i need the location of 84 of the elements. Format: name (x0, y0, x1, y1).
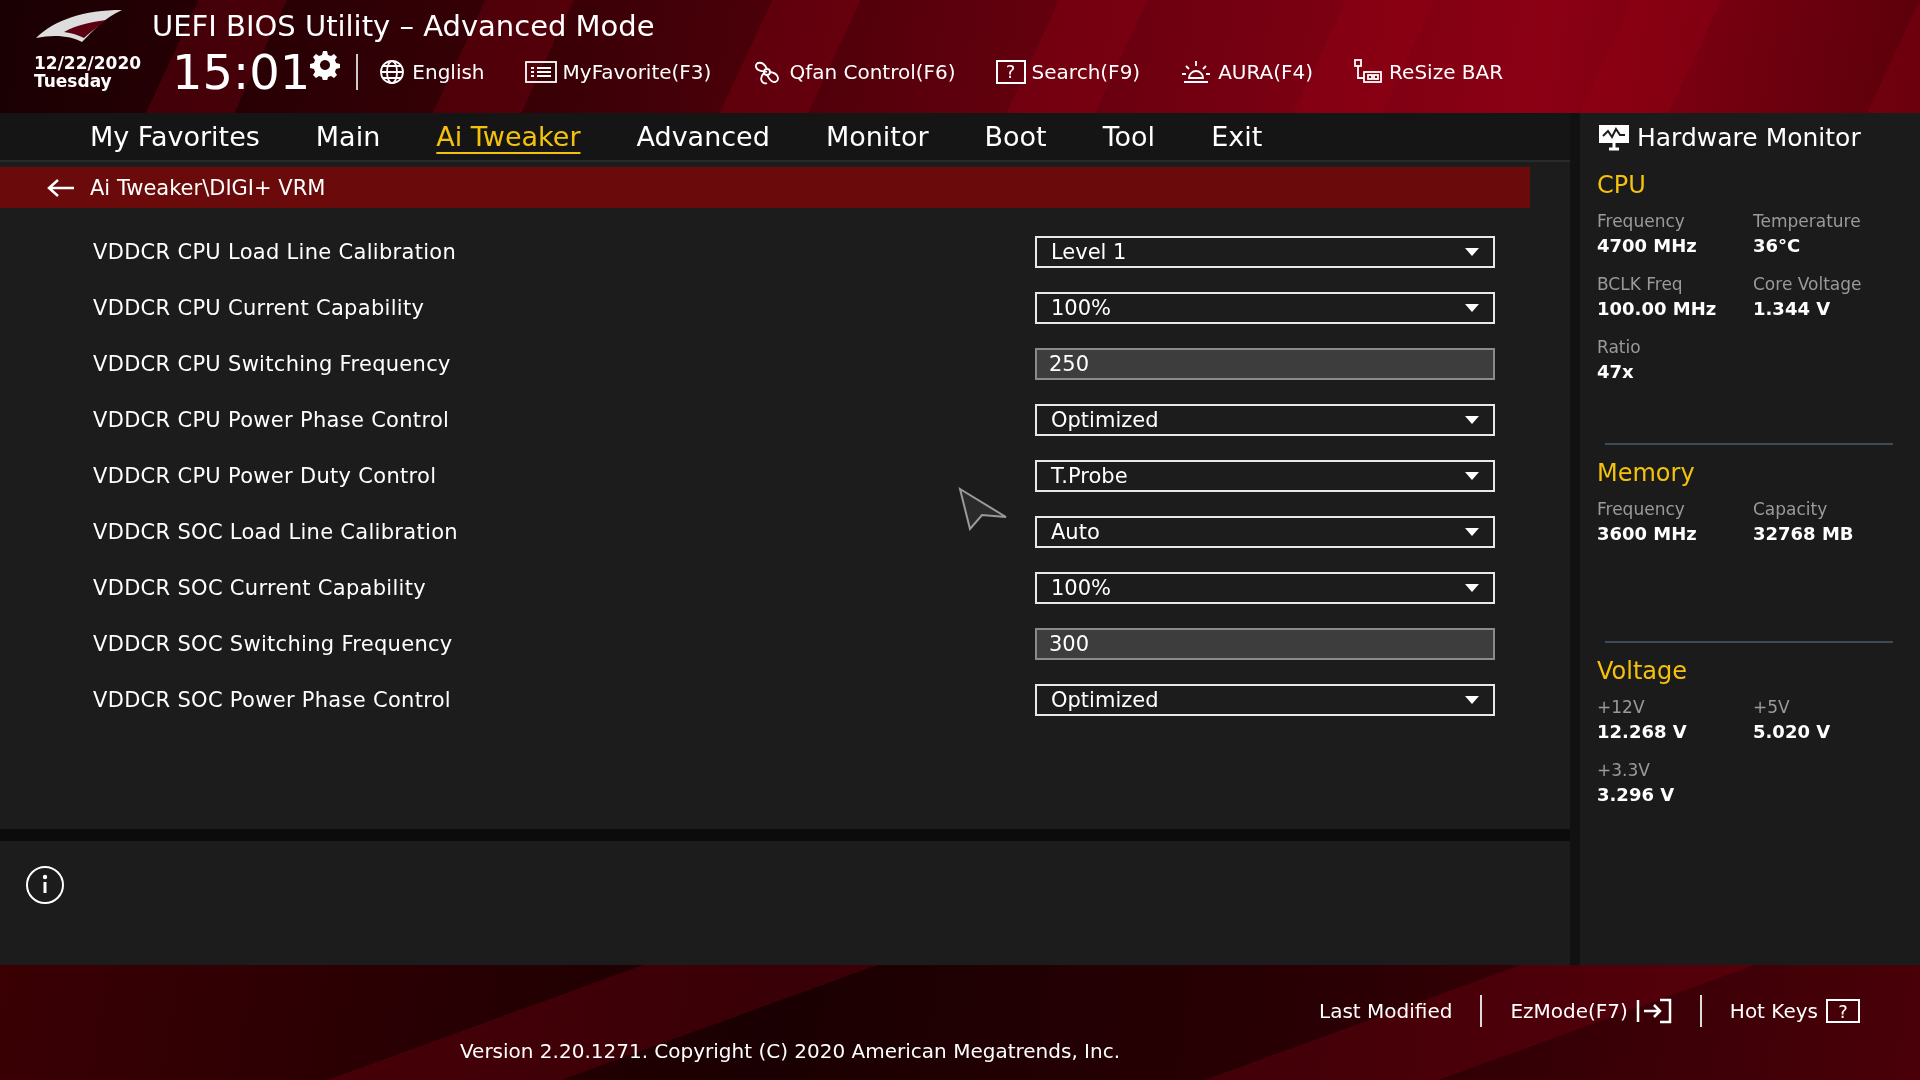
menu-tab[interactable]: Advanced (608, 119, 798, 154)
version-text: Version 2.20.1271. Copyright (C) 2020 American Megatrends, Inc. (458, 1039, 1122, 1063)
toolbar-button[interactable]: MyFavorite(F3) (524, 60, 712, 84)
reading-label: Frequency (1597, 211, 1686, 231)
bar-chip-icon (1353, 58, 1384, 86)
ez-mode-button[interactable]: EzMode(F7) (1482, 998, 1700, 1024)
reading-label: +12V (1597, 697, 1646, 717)
setting-label: VDDCR SOC Current Capability (93, 576, 427, 600)
menu-tab[interactable]: My Favorites (62, 119, 288, 154)
menu-tab[interactable]: Monitor (797, 119, 957, 154)
last-modified-button[interactable]: Last Modified (1291, 999, 1481, 1023)
menu-tab[interactable]: Boot (956, 119, 1075, 154)
reading-label: Core Voltage (1753, 274, 1863, 294)
setting-label: VDDCR SOC Load Line Calibration (93, 520, 459, 544)
caret-icon (1465, 304, 1479, 312)
day-text: Tuesday (34, 72, 113, 90)
exit-arrow-icon (1635, 998, 1672, 1024)
setting-label: VDDCR CPU Load Line Calibration (93, 240, 458, 264)
section-heading: Memory (1597, 459, 1696, 487)
window-title: UEFI BIOS Utility – Advanced Mode (152, 9, 655, 43)
setting-label: VDDCR CPU Switching Frequency (93, 352, 452, 376)
setting-label: VDDCR CPU Power Duty Control (93, 464, 438, 488)
toolbar-button[interactable]: English (378, 58, 485, 86)
dropdown-field[interactable]: Auto (1035, 516, 1495, 548)
reading-value: 3.296 V (1597, 784, 1676, 805)
breadcrumb-path: Ai Tweaker\DIGI+ VRM (90, 175, 326, 200)
reading-value: 3600 MHz (1597, 523, 1698, 544)
toolbar-button[interactable]: ReSize BAR (1353, 58, 1504, 86)
reading-value: 100.00 MHz (1597, 298, 1718, 319)
caret-icon (1465, 528, 1479, 536)
reading-label: Ratio (1597, 337, 1642, 357)
reading-label: +3.3V (1597, 760, 1651, 780)
caret-icon (1465, 584, 1479, 592)
dropdown-field[interactable]: Optimized (1035, 684, 1495, 716)
dropdown-field[interactable]: T.Probe (1035, 460, 1495, 492)
caret-icon (1465, 696, 1479, 704)
question-key-icon: ? (1826, 999, 1860, 1023)
section-heading: Voltage (1597, 657, 1689, 685)
caret-icon (1465, 472, 1479, 480)
globe-icon (378, 58, 407, 86)
reading-value: 4700 MHz (1597, 235, 1698, 256)
reading-value: 32768 MB (1753, 523, 1855, 544)
setting-label: VDDCR SOC Power Phase Control (93, 688, 452, 712)
dropdown-field[interactable]: 100% (1035, 572, 1495, 604)
setting-label: VDDCR CPU Power Phase Control (93, 408, 451, 432)
dropdown-field[interactable]: Level 1 (1035, 236, 1495, 268)
panel-title: Hardware Monitor (1637, 122, 1861, 152)
aura-light-icon (1180, 58, 1213, 86)
setting-label: VDDCR CPU Current Capability (93, 296, 426, 320)
reading-value: 1.344 V (1753, 298, 1832, 319)
menu-tab[interactable]: Main (287, 119, 409, 154)
hot-keys-button[interactable]: Hot Keys ? (1701, 999, 1888, 1023)
monitor-icon (1597, 123, 1631, 151)
reading-label: BCLK Freq (1597, 274, 1684, 294)
caret-icon (1465, 248, 1479, 256)
date-text: 12/22/2020 (34, 54, 143, 72)
menu-tab[interactable]: Exit (1183, 119, 1291, 154)
dropdown-field[interactable]: 100% (1035, 292, 1495, 324)
question-key-icon: ? (995, 60, 1026, 84)
menu-tab[interactable]: Tool (1074, 119, 1184, 154)
reading-value: 5.020 V (1753, 721, 1832, 742)
menu-tab[interactable]: Ai Tweaker (408, 119, 609, 154)
reading-label: Capacity (1753, 499, 1829, 519)
number-field[interactable]: 250 (1035, 348, 1495, 380)
section-heading: CPU (1597, 171, 1647, 199)
clock-time: 15:01 (172, 46, 311, 98)
back-arrow-icon[interactable] (46, 177, 76, 198)
reading-label: +5V (1753, 697, 1791, 717)
toolbar-button[interactable]: AURA(F4) (1180, 58, 1314, 86)
mouse-pointer-icon (958, 487, 1008, 531)
reading-label: Temperature (1753, 211, 1862, 231)
setting-label: VDDCR SOC Switching Frequency (93, 632, 454, 656)
reading-value: 36°C (1753, 235, 1802, 256)
reading-label: Frequency (1597, 499, 1686, 519)
toolbar-button[interactable]: Qfan Control(F6) (751, 58, 956, 86)
list-icon (524, 60, 557, 84)
caret-icon (1465, 416, 1479, 424)
reading-value: 12.268 V (1597, 721, 1688, 742)
reading-value: 47x (1597, 361, 1635, 382)
toolbar-button[interactable]: ? Search(F9) (995, 60, 1141, 84)
dropdown-field[interactable]: Optimized (1035, 404, 1495, 436)
number-field[interactable]: 300 (1035, 628, 1495, 660)
gear-icon[interactable] (310, 50, 341, 80)
rog-eye-logo-icon (34, 8, 124, 44)
